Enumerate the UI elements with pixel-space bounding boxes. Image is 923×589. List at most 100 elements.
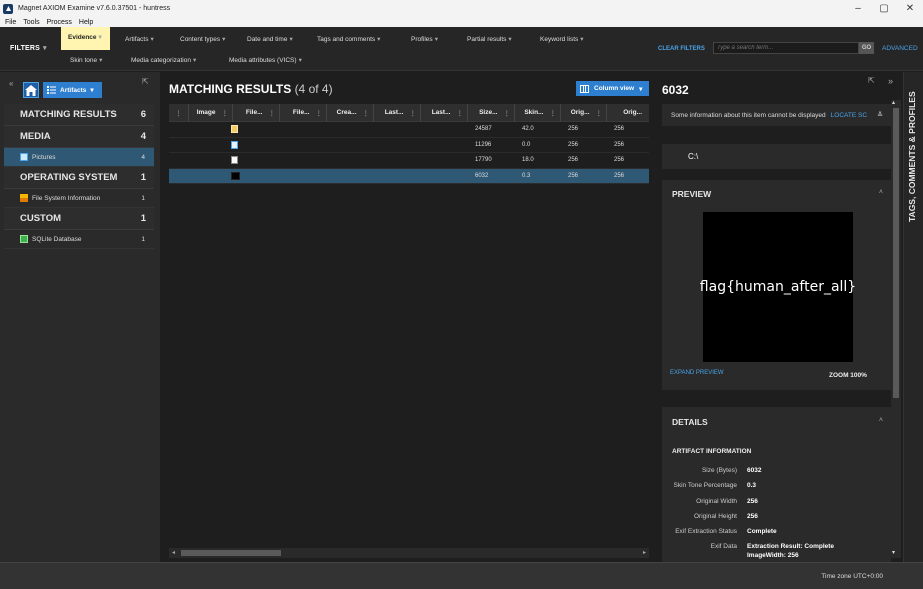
pop-out-icon[interactable]: ⇱ (868, 76, 875, 85)
menu-help[interactable]: Help (79, 19, 93, 26)
column-view-button[interactable]: Column view ▾ (576, 81, 649, 96)
filter-media-attributes[interactable]: Media attributes (VICS) ▾ (229, 56, 302, 64)
detail-field: Original Width 256 (696, 498, 758, 505)
category-custom[interactable]: CUSTOM 1 (4, 208, 154, 230)
double-chevron-down-icon[interactable]: ≚ (877, 111, 883, 119)
list-icon (47, 86, 56, 94)
zoom-level[interactable]: ZOOM 100% (829, 372, 867, 379)
column-header-created[interactable]: Crea... ⋮ (327, 103, 374, 122)
column-header-last-2[interactable]: Last... ⋮ (421, 103, 468, 122)
filter-artifacts[interactable]: Artifacts ▾ (125, 35, 154, 43)
row-menu-header[interactable]: ⋮ (169, 103, 189, 122)
details-vertical-scrollbar[interactable]: ▴ ▾ (891, 100, 901, 558)
expand-preview-link[interactable]: EXPAND PREVIEW (670, 370, 724, 376)
cell-orig-height: 256 (614, 157, 625, 164)
collapse-details-icon[interactable]: ˄ (879, 417, 883, 424)
pop-out-icon[interactable]: ⇱ (142, 77, 149, 86)
chevron-down-icon: ▾ (150, 36, 154, 43)
filter-tags-and-comments[interactable]: Tags and comments ▾ (317, 35, 380, 43)
menu-tools[interactable]: Tools (23, 19, 39, 26)
scrollbar-thumb[interactable] (181, 550, 281, 556)
artifacts-view-selector[interactable]: Artifacts ▾ (43, 82, 102, 98)
image-thumbnail (231, 171, 240, 180)
status-bar: Time zone UTC+0:00 (0, 562, 923, 589)
chevron-down-icon: ▾ (192, 57, 197, 64)
category-operating-system[interactable]: OPERATING SYSTEM 1 (4, 167, 154, 189)
home-icon (25, 84, 37, 96)
menu-process[interactable]: Process (47, 19, 72, 26)
details-heading: DETAILS (672, 417, 708, 427)
go-button[interactable]: GO (859, 42, 874, 54)
table-row-selected[interactable]: 6032 0.3 256 256 (169, 168, 649, 184)
maximize-button[interactable]: ▢ (871, 0, 897, 17)
results-count: (4 of 4) (294, 82, 333, 96)
collapse-left-icon[interactable]: « (9, 79, 13, 88)
filter-bar: FILTERS ▾ Evidence ▾ Artifacts ▾ Content ty… (0, 27, 923, 71)
chevron-down-icon: ▾ (99, 57, 103, 64)
scrollbar-thumb[interactable] (893, 108, 899, 398)
chevron-down-icon: ▾ (43, 45, 47, 52)
chevron-down-icon: ▾ (98, 34, 102, 41)
cell-size: 11296 (475, 141, 492, 148)
filter-media-categorization[interactable]: Media categorization ▾ (131, 56, 196, 64)
column-header-size[interactable]: Size... ⋮ (468, 103, 515, 122)
table-row[interactable]: 24587 42.0 256 256 (169, 122, 649, 138)
cell-skin: 0.3 (522, 172, 531, 179)
scroll-up-icon[interactable]: ▴ (892, 99, 895, 106)
collapse-preview-icon[interactable]: ˄ (879, 189, 883, 196)
filter-keyword-lists[interactable]: Keyword lists ▾ (540, 35, 584, 43)
detail-field: ImageWidth: 256 (747, 552, 799, 559)
advanced-link[interactable]: ADVANCED (882, 45, 918, 52)
column-header-last-1[interactable]: Last... ⋮ (374, 103, 421, 122)
preview-image: flag{human_after_all} (700, 212, 856, 362)
column-header-orig-height[interactable]: Orig... (607, 104, 646, 122)
cell-size: 17790 (475, 157, 492, 164)
artifact-item-pictures[interactable]: Pictures 4 (4, 148, 154, 167)
home-button[interactable] (23, 82, 39, 98)
timezone-label: Time zone UTC+0:00 (821, 573, 883, 580)
column-header-image[interactable]: Image ⋮ (189, 103, 233, 122)
results-panel: MATCHING RESULTS (4 of 4) Column view ▾ ⋮… (160, 72, 650, 562)
scroll-left-icon[interactable]: ◂ (172, 549, 175, 556)
minimize-button[interactable]: – (845, 0, 871, 17)
chevron-down-icon: ▾ (289, 36, 293, 43)
columns-icon (580, 84, 589, 93)
filter-profiles[interactable]: Profiles ▾ (411, 35, 438, 43)
column-header-file-2[interactable]: File... ⋮ (280, 103, 327, 122)
menu-file[interactable]: File (5, 19, 16, 26)
detail-field: Skin Tone Percentage 0.3 (673, 482, 757, 489)
chevron-down-icon: ▾ (298, 57, 302, 64)
chevron-down-icon: ▾ (508, 36, 512, 43)
locate-source-link[interactable]: LOCATE SC (831, 112, 867, 119)
results-table-body: 24587 42.0 256 256 11296 0.0 256 256 177… (169, 122, 649, 184)
category-matching-results[interactable]: MATCHING RESULTS 6 (4, 104, 154, 126)
scroll-right-icon[interactable]: ▸ (643, 549, 646, 556)
clear-filters-link[interactable]: CLEAR FILTERS (658, 46, 705, 52)
column-header-orig-width[interactable]: Orig... ⋮ (561, 103, 607, 122)
artifact-item-sqlite-database[interactable]: SQLite Database 1 (4, 230, 154, 249)
category-media[interactable]: MEDIA 4 (4, 126, 154, 148)
results-table-header: ⋮ Image ⋮ File... ⋮ File... ⋮ Crea... ⋮ Last… (169, 103, 649, 122)
tags-comments-profiles-tab[interactable]: TAGS, COMMENTS & PROFILES (903, 72, 923, 562)
filters-label[interactable]: FILTERS ▾ (10, 44, 47, 52)
filter-partial-results[interactable]: Partial results ▾ (467, 35, 512, 43)
close-button[interactable]: ✕ (897, 0, 923, 17)
results-title: MATCHING RESULTS (4 of 4) (169, 82, 333, 96)
source-path: C:\ (662, 144, 891, 169)
filter-content-types[interactable]: Content types ▾ (180, 35, 225, 43)
filter-evidence[interactable]: Evidence ▾ (61, 27, 110, 50)
search-input[interactable] (713, 42, 859, 54)
column-header-skin[interactable]: Skin... ⋮ (515, 103, 561, 122)
column-header-file-1[interactable]: File... ⋮ (233, 103, 280, 122)
table-row[interactable]: 11296 0.0 256 256 (169, 138, 649, 153)
folder-tree-icon (20, 194, 28, 202)
cell-skin: 42.0 (522, 126, 534, 133)
filter-date-and-time[interactable]: Date and time ▾ (247, 35, 293, 43)
expand-right-icon[interactable]: » (888, 76, 893, 86)
horizontal-scrollbar[interactable]: ◂ ▸ (169, 548, 649, 558)
filter-skin-tone[interactable]: Skin tone ▾ (70, 56, 102, 64)
table-row[interactable]: 17790 18.0 256 256 (169, 153, 649, 169)
scroll-down-icon[interactable]: ▾ (892, 549, 895, 556)
cell-size: 6032 (475, 172, 489, 179)
artifact-item-file-system-information[interactable]: File System Information 1 (4, 189, 154, 208)
